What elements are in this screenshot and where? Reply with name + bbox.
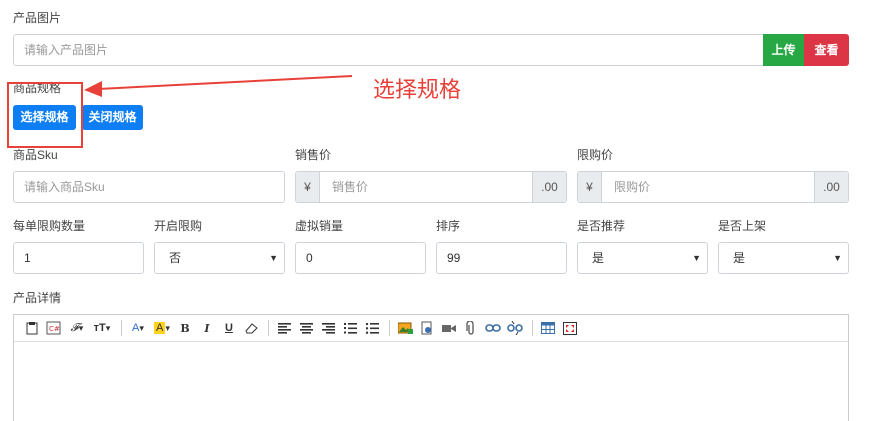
- on-shelf-label: 是否上架: [718, 219, 767, 233]
- limit-price-input[interactable]: 限购价: [602, 172, 814, 202]
- paste-icon[interactable]: [22, 319, 42, 337]
- limit-price-prefix: ¥: [578, 172, 602, 202]
- editor-toolbar: C# 𝓕 ▾ ᴛT ▾ A ▾ A ▾ B I U: [14, 315, 848, 342]
- ordered-list-icon[interactable]: [340, 319, 360, 337]
- limit-price-group: ¥ 限购价 .00: [577, 171, 849, 203]
- recommend-label: 是否推荐: [577, 219, 626, 233]
- toolbar-divider: [389, 320, 390, 336]
- attachment-icon[interactable]: [461, 319, 481, 337]
- align-right-icon[interactable]: [318, 319, 338, 337]
- unlink-icon[interactable]: [505, 319, 525, 337]
- sort-label: 排序: [436, 219, 461, 233]
- video-icon[interactable]: [439, 319, 459, 337]
- highlight-icon[interactable]: A ▾: [151, 319, 173, 337]
- limit-price-suffix: .00: [814, 172, 848, 202]
- editor-content-area[interactable]: [14, 342, 848, 421]
- recommend-value: 是: [592, 251, 605, 265]
- chevron-down-icon: ▼: [269, 253, 278, 263]
- limit-qty-input[interactable]: 1: [13, 242, 144, 274]
- code-icon[interactable]: C#: [44, 319, 64, 337]
- chevron-down-icon: ▼: [833, 253, 842, 263]
- sale-price-prefix: ¥: [296, 172, 320, 202]
- table-icon[interactable]: [538, 319, 558, 337]
- image-icon[interactable]: [395, 319, 415, 337]
- virtual-sales-input[interactable]: 0: [295, 242, 426, 274]
- annotation-text: 选择规格: [373, 78, 462, 103]
- toolbar-divider: [121, 320, 122, 336]
- chevron-down-icon: ▼: [692, 253, 701, 263]
- close-spec-button[interactable]: 关闭规格: [82, 105, 143, 130]
- product-image-label: 产品图片: [13, 11, 62, 25]
- sale-price-suffix: .00: [532, 172, 566, 202]
- italic-icon[interactable]: I: [197, 319, 217, 337]
- media-icon[interactable]: [417, 319, 437, 337]
- view-button[interactable]: 查看: [804, 34, 849, 66]
- product-image-input[interactable]: 请输入产品图片: [13, 34, 765, 66]
- virtual-sales-label: 虚拟销量: [295, 219, 344, 233]
- sale-price-label: 销售价: [295, 148, 332, 162]
- sku-label: 商品Sku: [13, 148, 58, 162]
- font-size-icon[interactable]: ᴛT ▾: [90, 319, 114, 337]
- eraser-icon[interactable]: [241, 319, 261, 337]
- recommend-select[interactable]: 是 ▼: [577, 242, 708, 274]
- enable-limit-value: 否: [169, 251, 182, 265]
- annotation-arrow: [84, 75, 353, 97]
- align-center-icon[interactable]: [296, 319, 316, 337]
- upload-button[interactable]: 上传: [763, 34, 804, 66]
- enable-limit-select[interactable]: 否 ▼: [154, 242, 285, 274]
- sku-input[interactable]: 请输入商品Sku: [13, 171, 285, 203]
- font-family-icon[interactable]: 𝓕 ▾: [66, 319, 88, 337]
- sort-input[interactable]: 99: [436, 242, 567, 274]
- align-left-icon[interactable]: [274, 319, 294, 337]
- limit-price-label: 限购价: [577, 148, 614, 162]
- limit-qty-label: 每单限购数量: [13, 219, 86, 233]
- sale-price-group: ¥ 销售价 .00: [295, 171, 567, 203]
- rich-text-editor[interactable]: C# 𝓕 ▾ ᴛT ▾ A ▾ A ▾ B I U: [13, 314, 849, 421]
- sale-price-input[interactable]: 销售价: [320, 172, 532, 202]
- toolbar-divider: [268, 320, 269, 336]
- unordered-list-icon[interactable]: [362, 319, 382, 337]
- font-color-icon[interactable]: A ▾: [127, 319, 149, 337]
- svg-text:C#: C#: [49, 325, 60, 333]
- bold-icon[interactable]: B: [175, 319, 195, 337]
- enable-limit-label: 开启限购: [154, 219, 203, 233]
- link-icon[interactable]: [483, 319, 503, 337]
- toolbar-divider: [532, 320, 533, 336]
- on-shelf-value: 是: [733, 251, 746, 265]
- details-label: 产品详情: [13, 291, 62, 305]
- underline-icon[interactable]: U: [219, 319, 239, 337]
- fullscreen-icon[interactable]: [560, 319, 580, 337]
- on-shelf-select[interactable]: 是 ▼: [718, 242, 849, 274]
- annotation-highlight-box: [7, 82, 83, 148]
